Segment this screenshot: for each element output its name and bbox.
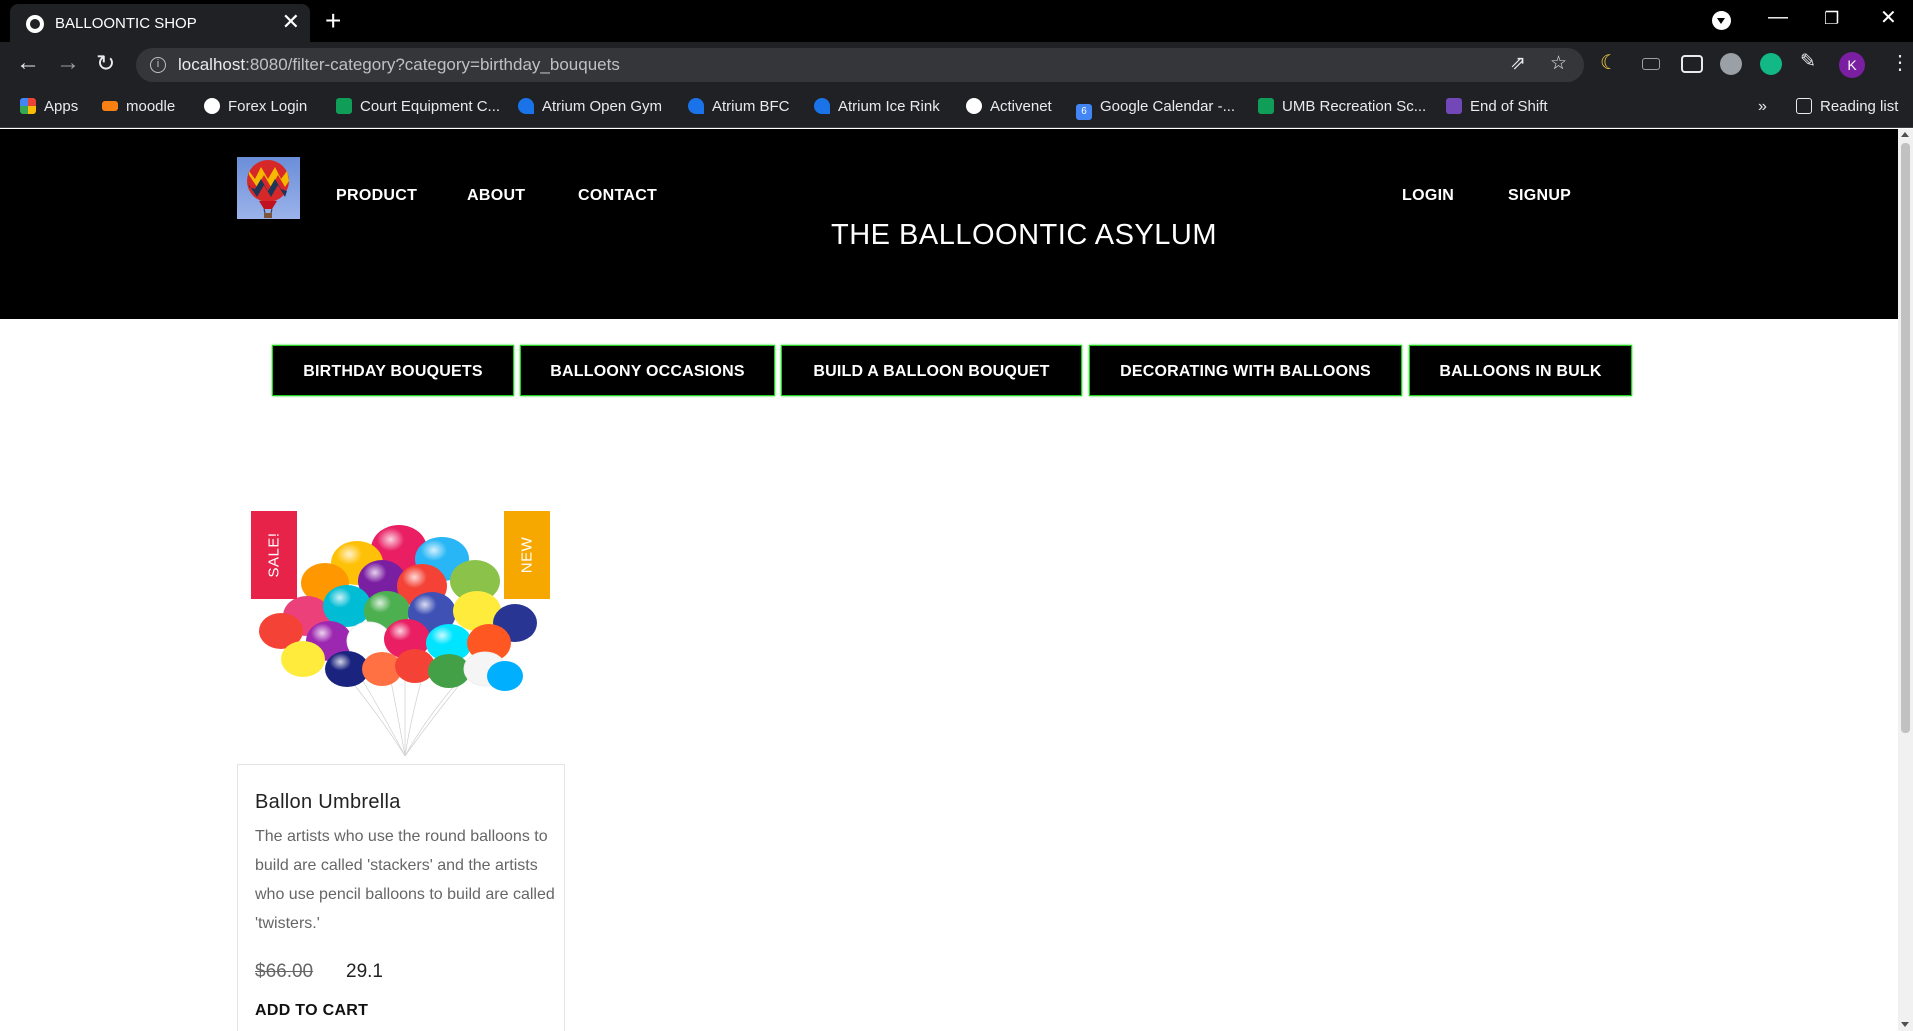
sheets-icon (1258, 98, 1274, 114)
bookmark-court-equipment[interactable]: Court Equipment C... (336, 98, 500, 115)
site-info-icon[interactable]: i (150, 57, 166, 73)
extension-icon[interactable] (1642, 58, 1660, 70)
scroll-up-icon[interactable] (1901, 132, 1909, 137)
minimize-icon[interactable]: — (1768, 6, 1788, 29)
browser-tab[interactable]: BALLOONTIC SHOP ✕ (10, 4, 310, 42)
product-card: SALE! NEW Ballon Umbrella The artists wh… (237, 511, 565, 1031)
bookmarks-overflow-icon[interactable]: » (1758, 98, 1767, 116)
forms-icon (1446, 98, 1462, 114)
category-balloony-occasions[interactable]: BALLOONY OCCASIONS (520, 345, 775, 396)
category-build-a-balloon-bouquet[interactable]: BUILD A BALLOON BOUQUET (781, 345, 1082, 396)
nav-product[interactable]: PRODUCT (336, 187, 417, 205)
bookmark-end-of-shift[interactable]: End of Shift (1446, 98, 1548, 115)
scroll-down-icon[interactable] (1901, 1022, 1909, 1027)
page-scrollbar[interactable] (1898, 129, 1913, 1031)
nav-login[interactable]: LOGIN (1402, 187, 1454, 205)
bookmark-atrium-bfc[interactable]: Atrium BFC (688, 98, 790, 115)
tab-strip: BALLOONTIC SHOP ✕ + — ❐ ✕ (0, 0, 1913, 42)
back-icon[interactable]: ← (16, 49, 40, 77)
category-birthday-bouquets[interactable]: BIRTHDAY BOUQUETS (272, 345, 514, 396)
new-badge: NEW (504, 511, 550, 599)
extensions-puzzle-icon[interactable]: ✎ (1800, 50, 1822, 72)
atrium-icon (518, 98, 534, 114)
calendar-icon: 6 (1076, 104, 1092, 120)
nav-about[interactable]: ABOUT (467, 187, 525, 205)
add-to-cart-button[interactable]: ADD TO CART (255, 1002, 368, 1020)
bookmark-atrium-open-gym[interactable]: Atrium Open Gym (518, 98, 662, 115)
close-window-icon[interactable]: ✕ (1880, 5, 1897, 30)
category-decorating-with-balloons[interactable]: DECORATING WITH BALLOONS (1089, 345, 1402, 396)
forward-icon[interactable]: → (56, 49, 80, 77)
url-text: localhost:8080/filter-category?category=… (178, 55, 620, 74)
bookmarks-bar: Apps moodle Forex Login Court Equipment … (0, 87, 1913, 128)
grammarly-extension-icon[interactable] (1760, 53, 1782, 75)
browser-toolbar: ← → ↻ i localhost:8080/filter-category?c… (0, 42, 1913, 87)
product-details: Ballon Umbrella The artists who use the … (237, 764, 565, 1031)
dark-mode-extension-icon[interactable]: ☾ (1600, 50, 1622, 74)
scrollbar-thumb[interactable] (1901, 143, 1910, 733)
hot-air-balloon-logo[interactable] (237, 157, 300, 219)
product-description: The artists who use the round balloons t… (255, 828, 555, 932)
atrium-icon (814, 98, 830, 114)
bookmark-umb-recreation[interactable]: UMB Recreation Sc... (1258, 98, 1426, 115)
category-balloons-in-bulk[interactable]: BALLOONS IN BULK (1409, 345, 1632, 396)
page-viewport: PRODUCT ABOUT CONTACT LOGIN SIGNUP THE B… (0, 129, 1898, 1031)
product-price: 29.1 (346, 961, 383, 982)
nav-signup[interactable]: SIGNUP (1508, 187, 1571, 205)
product-old-price: $66.00 (255, 961, 314, 982)
share-icon[interactable]: ⇗ (1510, 52, 1526, 75)
product-name[interactable]: Ballon Umbrella (255, 791, 401, 814)
menu-kebab-icon[interactable]: ⋮ (1890, 50, 1910, 74)
site-header: PRODUCT ABOUT CONTACT LOGIN SIGNUP THE B… (0, 129, 1898, 319)
close-tab-icon[interactable]: ✕ (282, 10, 300, 34)
new-tab-button[interactable]: + (325, 5, 341, 37)
bookmark-atrium-ice-rink[interactable]: Atrium Ice Rink (814, 98, 940, 115)
globe-icon (204, 98, 220, 114)
bookmark-star-icon[interactable]: ☆ (1550, 52, 1567, 75)
sale-badge: SALE! (251, 511, 297, 599)
globe-icon (26, 15, 44, 33)
bookmark-forex-login[interactable]: Forex Login (204, 98, 307, 115)
restore-icon[interactable]: ❐ (1824, 9, 1839, 29)
product-image[interactable]: SALE! NEW (237, 511, 565, 761)
bookmark-apps[interactable]: Apps (20, 98, 78, 115)
media-control-icon[interactable] (1712, 11, 1731, 30)
site-title: THE BALLOONTIC ASYLUM (831, 219, 1217, 251)
bookmark-google-calendar[interactable]: 6 Google Calendar -... (1076, 98, 1235, 120)
nav-contact[interactable]: CONTACT (578, 187, 657, 205)
reading-list-icon (1796, 98, 1812, 114)
profile-avatar[interactable]: K (1839, 52, 1865, 78)
tab-title: BALLOONTIC SHOP (55, 15, 197, 32)
atrium-icon (688, 98, 704, 114)
bookmark-activenet[interactable]: Activenet (966, 98, 1052, 115)
address-bar[interactable]: i localhost:8080/filter-category?categor… (136, 48, 1584, 82)
reader-extension-icon[interactable] (1681, 55, 1703, 73)
globe-icon (966, 98, 982, 114)
sheets-icon (336, 98, 352, 114)
circle-extension-icon[interactable] (1720, 53, 1742, 75)
moodle-icon (102, 101, 118, 111)
reading-list-button[interactable]: Reading list (1796, 98, 1898, 115)
apps-grid-icon (20, 98, 36, 114)
reload-icon[interactable]: ↻ (96, 49, 115, 77)
bookmark-moodle[interactable]: moodle (102, 98, 175, 115)
